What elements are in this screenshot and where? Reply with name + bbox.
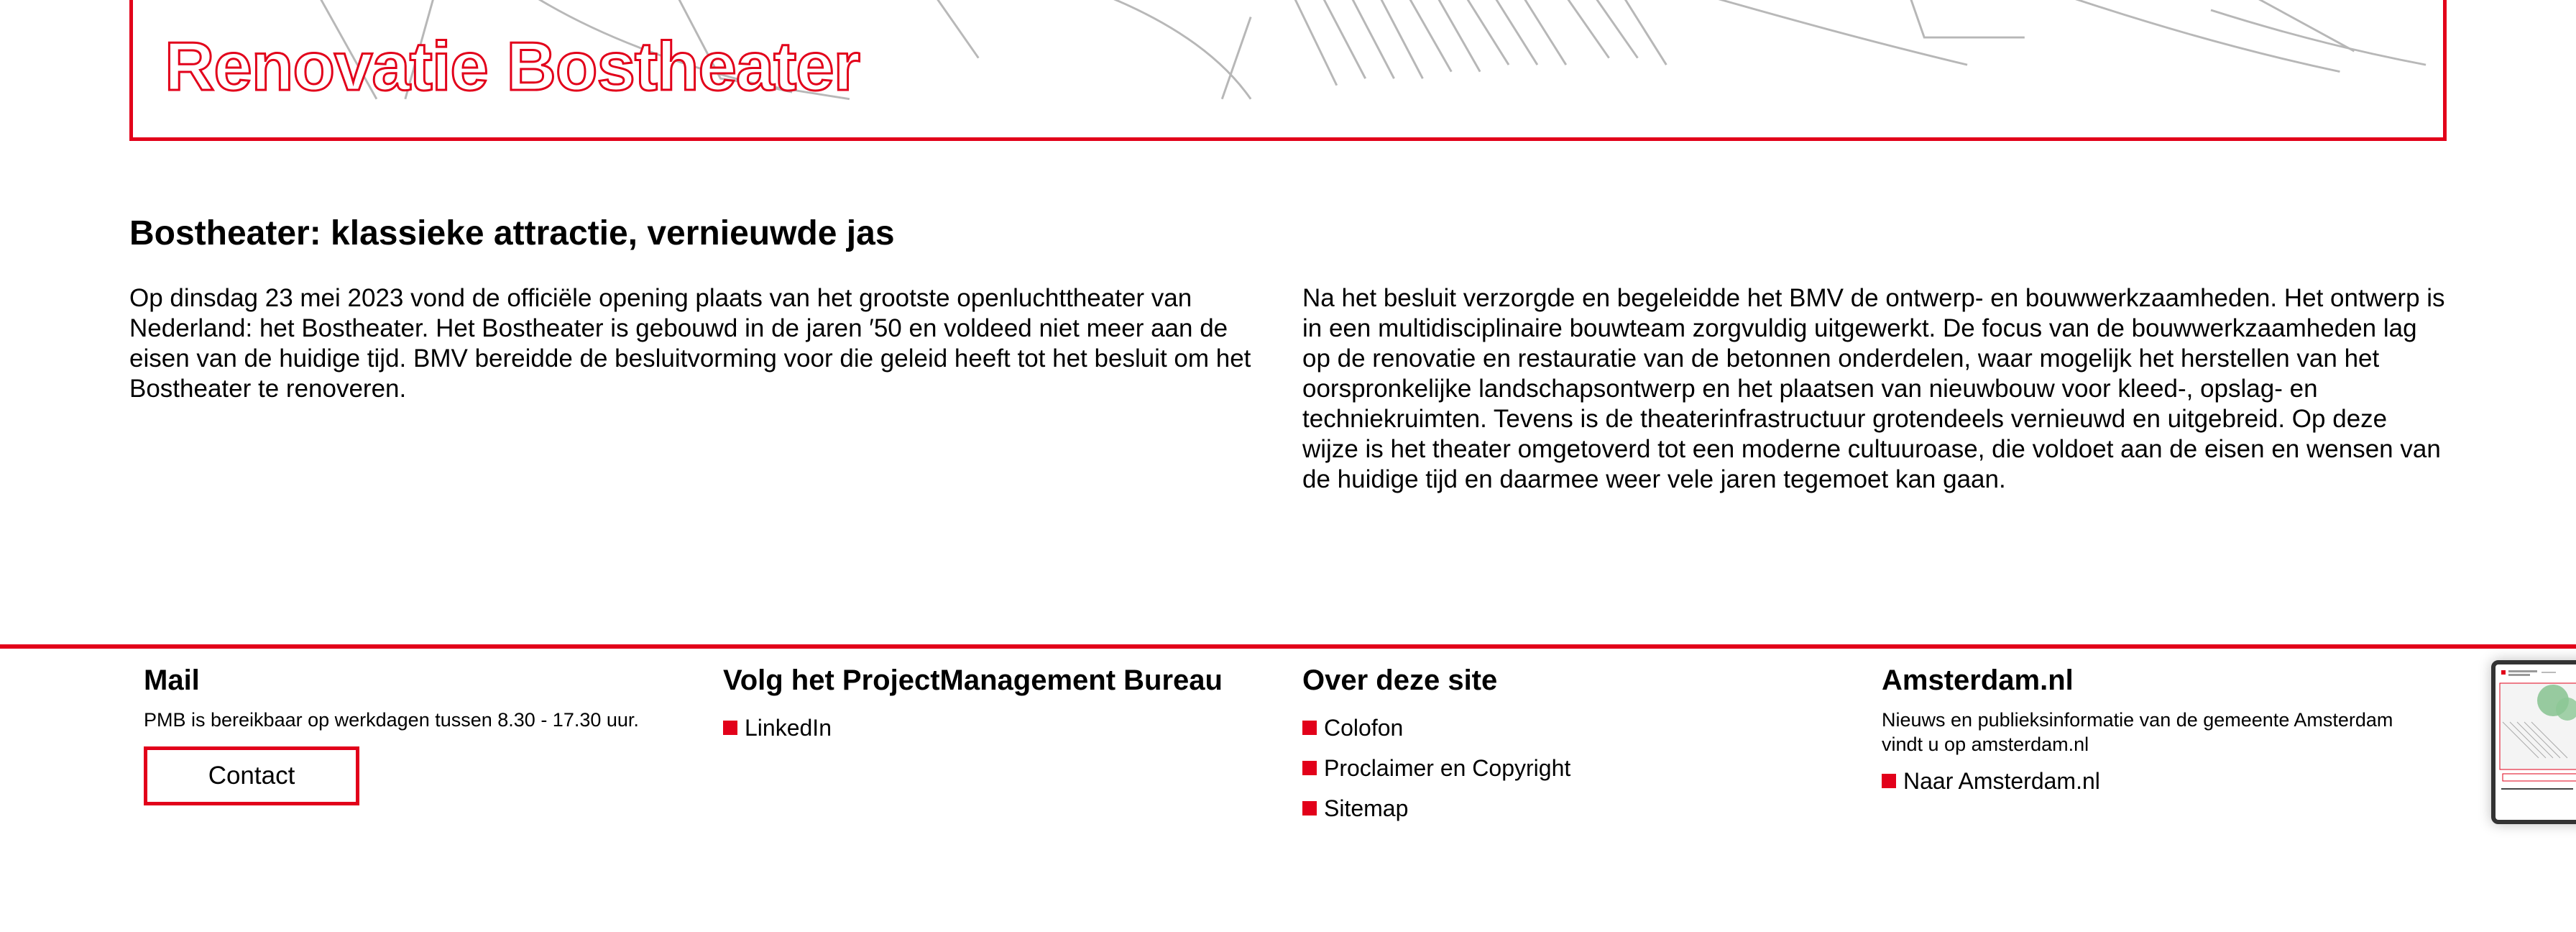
colofon-link[interactable]: Colofon: [1302, 708, 1849, 748]
footer-amsterdam-heading: Amsterdam.nl: [1882, 664, 2074, 696]
footer-follow-section: Volg het ProjectManagement Bureau Linked…: [723, 663, 1269, 748]
square-bullet-icon: [1302, 761, 1317, 775]
footer-amsterdam-text: Nieuws en publieksinformatie van de geme…: [1882, 709, 2393, 755]
square-bullet-icon: [1302, 801, 1317, 816]
sitemap-link-label: Sitemap: [1324, 795, 1409, 821]
sitemap-link[interactable]: Sitemap: [1302, 788, 1849, 828]
proclaimer-link-label: Proclaimer en Copyright: [1324, 755, 1571, 781]
article-intro-paragraph: Op dinsdag 23 mei 2023 vond de officiële…: [129, 284, 1251, 403]
article-heading: Bostheater: klassieke attractie, vernieu…: [129, 214, 895, 252]
hero-title: Renovatie Bostheater: [164, 27, 862, 106]
square-bullet-icon: [723, 721, 737, 735]
amsterdam-link-label: Naar Amsterdam.nl: [1903, 768, 2100, 794]
colofon-link-label: Colofon: [1324, 715, 1404, 741]
hero-banner: Renovatie Bostheater: [129, 0, 2447, 141]
article-detail-paragraph: Na het besluit verzorgde en begeleidde h…: [1302, 284, 2445, 493]
footer-about-heading: Over deze site: [1302, 664, 1498, 696]
footer-follow-heading: Volg het ProjectManagement Bureau: [723, 664, 1223, 696]
footer-mail-heading: Mail: [144, 664, 200, 696]
contact-button[interactable]: Contact: [144, 746, 359, 805]
linkedin-link-label: LinkedIn: [745, 715, 832, 741]
square-bullet-icon: [1302, 721, 1317, 735]
footer-divider: [0, 644, 2576, 649]
thumbnail-image: [2499, 670, 2576, 790]
footer-about-section: Over deze site Colofon Proclaimer en Cop…: [1302, 663, 1849, 828]
footer-amsterdam-section: Amsterdam.nl Nieuws en publieksinformati…: [1882, 663, 2414, 801]
proclaimer-link[interactable]: Proclaimer en Copyright: [1302, 748, 1849, 788]
page-thumbnail-preview[interactable]: [2491, 660, 2576, 824]
linkedin-link[interactable]: LinkedIn: [723, 708, 1269, 748]
amsterdam-link[interactable]: Naar Amsterdam.nl: [1882, 761, 2414, 801]
square-bullet-icon: [1882, 774, 1896, 788]
footer-mail-section: Mail PMB is bereikbaar op werkdagen tuss…: [144, 663, 690, 805]
footer-mail-text: PMB is bereikbaar op werkdagen tussen 8.…: [144, 709, 639, 731]
